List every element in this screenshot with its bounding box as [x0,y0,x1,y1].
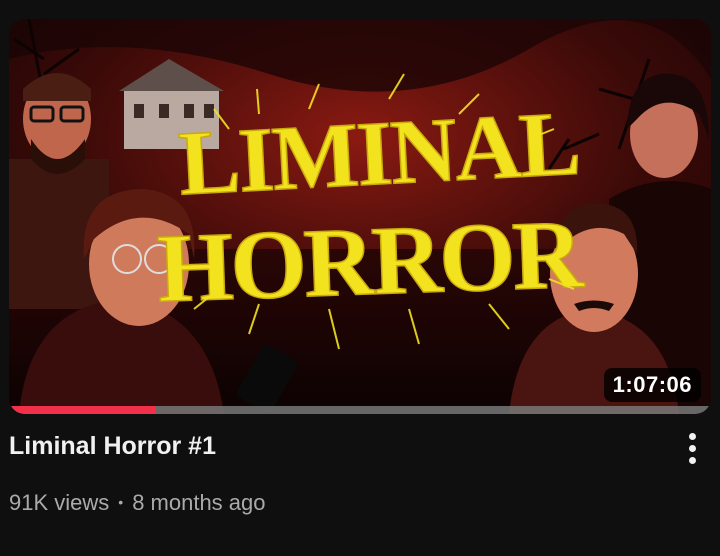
video-thumbnail[interactable]: LIMINAL HORROR 1:07:06 [9,19,711,414]
meta-separator: • [118,494,124,510]
thumbnail-logo: LIMINAL HORROR [155,91,587,324]
upload-age: 8 months ago [132,490,266,515]
more-vert-icon-dot [688,456,696,464]
thumbnail-artwork: LIMINAL HORROR [9,19,711,414]
video-title[interactable]: Liminal Horror #1 [9,432,216,461]
video-card: LIMINAL HORROR 1:07:06 Liminal Horror #1… [0,0,720,556]
more-vert-icon-dot [688,444,696,452]
more-vert-icon [688,432,696,440]
svg-text:HORROR: HORROR [155,201,586,324]
watch-progress-fill [9,406,157,414]
video-metadata: 91K views • 8 months ago [9,490,266,516]
duration-badge: 1:07:06 [603,368,701,402]
svg-text:LIMINAL: LIMINAL [176,92,581,215]
view-count: 91K views [9,490,110,515]
more-options-button[interactable] [672,426,712,470]
watch-progress-bar [9,406,711,414]
